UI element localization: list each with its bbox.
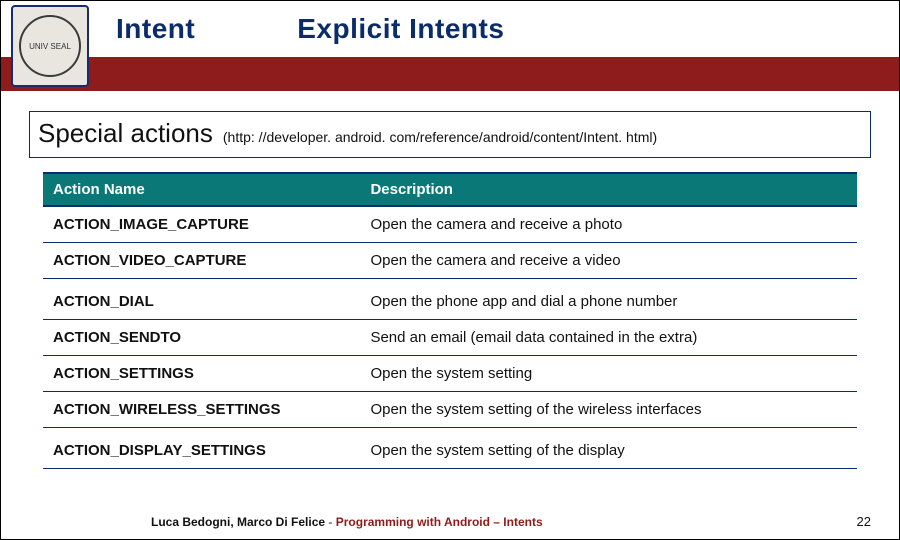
action-name: ACTION_WIRELESS_SETTINGS [43, 392, 360, 428]
title-keyword: types: [204, 13, 289, 44]
action-name: ACTION_SETTINGS [43, 356, 360, 392]
table-row: ACTION_VIDEO_CAPTURE Open the camera and… [43, 243, 857, 279]
action-name: ACTION_SENDTO [43, 320, 360, 356]
action-desc: Open the camera and receive a video [360, 243, 857, 279]
footer-separator: - [328, 515, 335, 529]
subtitle-box: Special actions (http: //developer. andr… [29, 111, 871, 158]
action-desc: Open the camera and receive a photo [360, 206, 857, 243]
header-top-band: Intent types: Explicit Intents [1, 1, 899, 57]
slide-footer: Luca Bedogni, Marco Di Felice - Programm… [1, 514, 899, 529]
university-seal-icon: UNIV SEAL [11, 5, 89, 87]
table-row: ACTION_WIRELESS_SETTINGS Open the system… [43, 392, 857, 428]
slide-header: Intent types: Explicit Intents UNIV SEAL [1, 1, 899, 91]
action-name: ACTION_IMAGE_CAPTURE [43, 206, 360, 243]
slide-title: Intent types: Explicit Intents [116, 13, 504, 45]
action-desc: Open the phone app and dial a phone numb… [360, 279, 857, 320]
action-name: ACTION_DISPLAY_SETTINGS [43, 428, 360, 469]
subtitle-url: (http: //developer. android. com/referen… [223, 129, 657, 145]
table-row: ACTION_IMAGE_CAPTURE Open the camera and… [43, 206, 857, 243]
slide: Intent types: Explicit Intents UNIV SEAL… [0, 0, 900, 540]
title-container: Intent types: Explicit Intents [96, 1, 899, 57]
table-row: ACTION_DIAL Open the phone app and dial … [43, 279, 857, 320]
footer-topic: Programming with Android – Intents [336, 515, 543, 529]
table-row: ACTION_DISPLAY_SETTINGS Open the system … [43, 428, 857, 469]
footer-authors: Luca Bedogni, Marco Di Felice [151, 515, 325, 529]
title-suffix: Explicit Intents [289, 13, 504, 44]
col-header-action-name: Action Name [43, 173, 360, 206]
action-name: ACTION_DIAL [43, 279, 360, 320]
action-desc: Open the system setting of the display [360, 428, 857, 469]
action-desc: Open the system setting of the wireless … [360, 392, 857, 428]
table-header-row: Action Name Description [43, 173, 857, 206]
col-header-description: Description [360, 173, 857, 206]
page-number: 22 [857, 514, 871, 529]
title-prefix: Intent [116, 13, 204, 44]
action-desc: Open the system setting [360, 356, 857, 392]
action-desc: Send an email (email data contained in t… [360, 320, 857, 356]
table-row: ACTION_SETTINGS Open the system setting [43, 356, 857, 392]
action-name: ACTION_VIDEO_CAPTURE [43, 243, 360, 279]
subtitle-main: Special actions [38, 118, 213, 149]
seal-inner: UNIV SEAL [19, 15, 81, 77]
header-red-band [1, 57, 899, 91]
footer-left: Luca Bedogni, Marco Di Felice - Programm… [151, 515, 543, 529]
table-row: ACTION_SENDTO Send an email (email data … [43, 320, 857, 356]
actions-table: Action Name Description ACTION_IMAGE_CAP… [43, 172, 857, 469]
